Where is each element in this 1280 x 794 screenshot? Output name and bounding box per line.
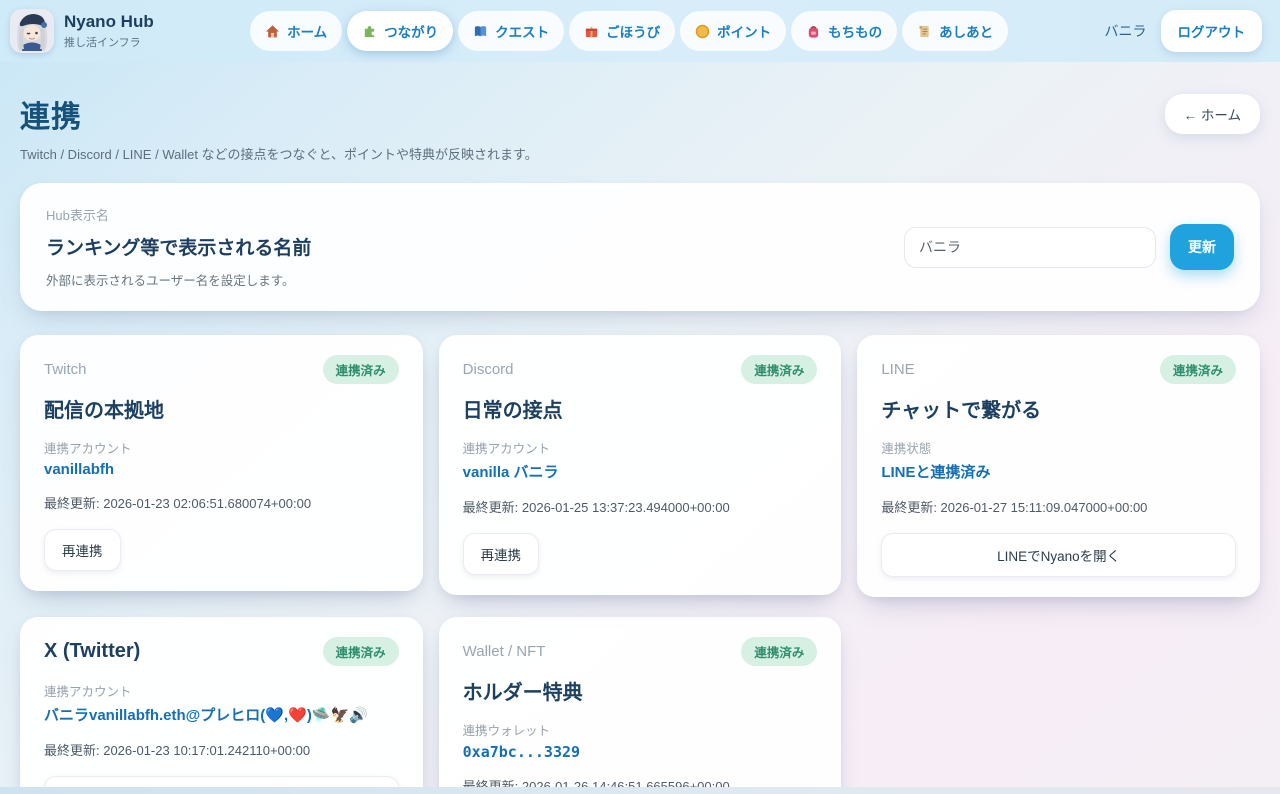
- linked-account: バニラvanillabfh.eth@プレヒロ(💙,❤️)🛸🦅🔊: [44, 704, 399, 725]
- brand[interactable]: Nyano Hub 推し活インフラ: [10, 9, 154, 53]
- reward-icon: [584, 24, 599, 39]
- nav-label: クエスト: [495, 21, 549, 41]
- integrations-page: 連携 Twitch / Discord / LINE / Wallet などの接…: [0, 92, 1280, 794]
- service-name: Twitch: [44, 361, 87, 378]
- nav-label: ポイント: [717, 21, 771, 41]
- status-badge: 連携済み: [323, 355, 399, 384]
- linked-account: vanillabfh: [44, 461, 399, 478]
- nav-label: つながり: [384, 21, 438, 41]
- status-badge: 連携済み: [741, 637, 817, 666]
- update-button[interactable]: 更新: [1170, 224, 1234, 270]
- status-badge: 連携済み: [323, 637, 399, 666]
- twitter-card: X (Twitter) 連携済み 連携アカウント バニラvanillabfh.e…: [20, 617, 423, 794]
- card-heading: ホルダー特典: [463, 676, 818, 705]
- connections-icon: [362, 24, 377, 39]
- service-name: Wallet / NFT: [463, 643, 546, 660]
- link-status: LINEと連携済み: [881, 461, 1236, 482]
- card-heading: チャットで繋がる: [881, 394, 1236, 423]
- page-title: 連携: [20, 92, 538, 136]
- home-icon: [265, 24, 280, 39]
- field-label: 連携ウォレット: [463, 720, 818, 739]
- avatar: [10, 9, 54, 53]
- page-subtitle: Twitch / Discord / LINE / Wallet などの接点をつ…: [20, 144, 538, 163]
- field-label: 連携状態: [881, 438, 1236, 457]
- display-name-label: Hub表示名: [46, 205, 311, 224]
- nav-label: ホーム: [287, 21, 327, 41]
- quest-icon: [473, 24, 488, 39]
- field-label: 連携アカウント: [44, 438, 399, 457]
- username: バニラ: [1105, 21, 1147, 41]
- nav-label: もちもの: [828, 21, 882, 41]
- display-name-heading: ランキング等で表示される名前: [46, 233, 311, 260]
- nav-item-quests[interactable]: クエスト: [458, 11, 564, 51]
- bottom-strip: [0, 787, 1280, 794]
- footprints-icon: [917, 24, 932, 39]
- card-heading: 配信の本拠地: [44, 394, 399, 423]
- nav-label: ごほうび: [606, 21, 660, 41]
- line-card: LINE 連携済み チャットで繋がる 連携状態 LINEと連携済み 最終更新: …: [857, 335, 1260, 597]
- relink-button[interactable]: 再連携: [44, 529, 121, 571]
- display-name-description: 外部に表示されるユーザー名を設定します。: [46, 270, 311, 289]
- field-label: 連携アカウント: [463, 438, 818, 457]
- status-badge: 連携済み: [741, 355, 817, 384]
- nav-item-inventory[interactable]: もちもの: [791, 11, 897, 51]
- display-name-input[interactable]: [904, 227, 1156, 268]
- card-heading: 日常の接点: [463, 394, 818, 423]
- integration-cards: Twitch 連携済み 配信の本拠地 連携アカウント vanillabfh 最終…: [20, 335, 1260, 794]
- linked-wallet: 0xa7bc...3329: [463, 743, 818, 761]
- app-subtitle: 推し活インフラ: [64, 34, 154, 50]
- service-name: Discord: [463, 361, 514, 378]
- back-home-button[interactable]: ← ホーム: [1165, 94, 1260, 134]
- discord-card: Discord 連携済み 日常の接点 連携アカウント vanilla バニラ 最…: [439, 335, 842, 595]
- nav-label: あしあと: [939, 21, 993, 41]
- nav-item-connections[interactable]: つながり: [347, 11, 453, 51]
- wallet-card: Wallet / NFT 連携済み ホルダー特典 連携ウォレット 0xa7bc.…: [439, 617, 842, 794]
- nav-item-points[interactable]: ポイント: [680, 11, 786, 51]
- points-icon: [695, 24, 710, 39]
- last-updated: 最終更新: 2026-01-23 02:06:51.680074+00:00: [44, 493, 399, 512]
- items-icon: [806, 24, 821, 39]
- display-name-card: Hub表示名 ランキング等で表示される名前 外部に表示されるユーザー名を設定しま…: [20, 183, 1260, 311]
- field-label: 連携アカウント: [44, 681, 399, 700]
- nav-item-home[interactable]: ホーム: [250, 11, 342, 51]
- card-heading: X (Twitter): [44, 640, 140, 663]
- twitch-card: Twitch 連携済み 配信の本拠地 連携アカウント vanillabfh 最終…: [20, 335, 423, 591]
- service-name: LINE: [881, 361, 914, 378]
- main-nav: ホーム つながり クエスト ごほうび ポイント: [250, 11, 1008, 51]
- last-updated: 最終更新: 2026-01-25 13:37:23.494000+00:00: [463, 497, 818, 516]
- nav-item-rewards[interactable]: ごほうび: [569, 11, 675, 51]
- open-line-button[interactable]: LINEでNyanoを開く: [881, 533, 1236, 577]
- logout-button[interactable]: ログアウト: [1161, 10, 1263, 52]
- header: Nyano Hub 推し活インフラ ホーム つながり クエスト: [0, 0, 1280, 62]
- app-title: Nyano Hub: [64, 12, 154, 32]
- status-badge: 連携済み: [1160, 355, 1236, 384]
- last-updated: 最終更新: 2026-01-27 15:11:09.047000+00:00: [881, 497, 1236, 516]
- nav-item-history[interactable]: あしあと: [902, 11, 1008, 51]
- relink-button[interactable]: 再連携: [463, 533, 540, 575]
- last-updated: 最終更新: 2026-01-23 10:17:01.242110+00:00: [44, 740, 399, 759]
- linked-account: vanilla バニラ: [463, 461, 818, 482]
